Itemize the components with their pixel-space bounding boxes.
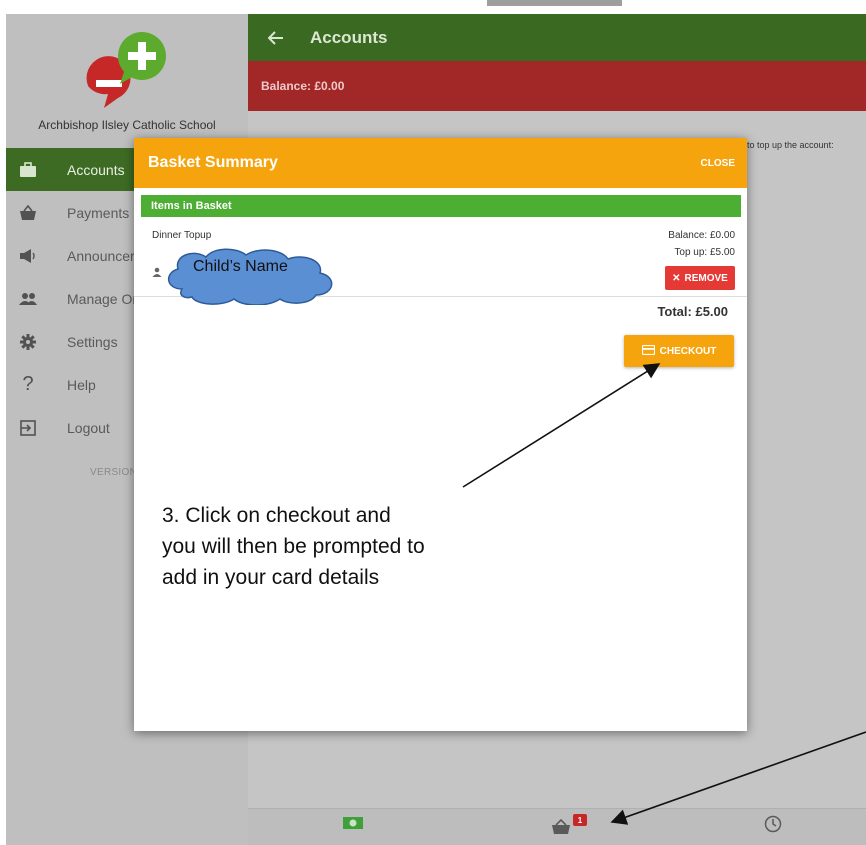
item-name: Dinner Topup — [152, 230, 212, 241]
logout-icon — [16, 416, 40, 440]
megaphone-icon — [16, 244, 40, 268]
sidebar-item-label: Help — [67, 376, 96, 393]
instruction-text: 3. Click on checkout and you will then b… — [162, 500, 502, 593]
topup-hint: w to top up the account: — [738, 140, 834, 150]
page-title: Accounts — [310, 27, 388, 47]
logo-icon — [86, 32, 166, 108]
bottom-nav: 1 — [248, 808, 866, 845]
sidebar-item-label: Accounts — [67, 161, 125, 178]
remove-button[interactable]: ✕ REMOVE — [665, 266, 735, 290]
people-icon — [16, 287, 40, 311]
back-arrow-icon[interactable] — [266, 28, 286, 48]
briefcase-icon — [16, 158, 40, 182]
credit-card-icon — [641, 344, 655, 358]
basket-count-badge: 1 — [573, 814, 587, 826]
sidebar-item-label: Payments — [67, 204, 130, 221]
sidebar-item-label: Settings — [67, 333, 118, 350]
app-bar: Accounts — [248, 14, 866, 61]
person-icon — [152, 264, 162, 277]
top-strip — [0, 0, 866, 14]
instruction-line: add in your card details — [162, 566, 380, 589]
basket-summary-dialog: Basket Summary CLOSE Items in Basket Din… — [134, 138, 747, 731]
dialog-title: Basket Summary — [148, 154, 278, 171]
child-name-placeholder: Child’s Name — [193, 258, 288, 275]
clock-icon[interactable] — [764, 815, 782, 833]
item-topup: Top up: £5.00 — [674, 247, 735, 258]
instruction-line: 3. Click on checkout and — [162, 504, 391, 527]
school-name: Archbishop Ilsley Catholic School — [38, 118, 216, 132]
checkout-label: CHECKOUT — [659, 345, 717, 357]
basket-total: Total: £5.00 — [657, 304, 728, 319]
items-in-basket-header: Items in Basket — [141, 195, 741, 217]
sidebar-item-label: Logout — [67, 419, 110, 436]
instruction-line: you will then be prompted to — [162, 535, 425, 558]
sidebar-item-label: Announcer — [67, 247, 135, 264]
sidebar-item-label: Manage Or — [67, 290, 138, 307]
gear-icon — [16, 330, 40, 354]
close-icon: ✕ — [672, 272, 681, 284]
basket-icon — [16, 201, 40, 225]
money-icon[interactable] — [343, 817, 363, 829]
remove-label: REMOVE — [684, 272, 728, 284]
item-balance: Balance: £0.00 — [668, 230, 735, 241]
balance-banner: Balance: £0.00 — [248, 61, 866, 111]
checkout-button[interactable]: CHECKOUT — [624, 335, 734, 367]
dialog-header: Basket Summary CLOSE — [134, 138, 747, 188]
close-button[interactable]: CLOSE — [701, 158, 735, 169]
basket-icon[interactable]: 1 — [551, 813, 587, 837]
window-tab — [487, 0, 622, 6]
question-icon: ? — [22, 373, 34, 395]
version-label: VERSION — [90, 467, 138, 478]
